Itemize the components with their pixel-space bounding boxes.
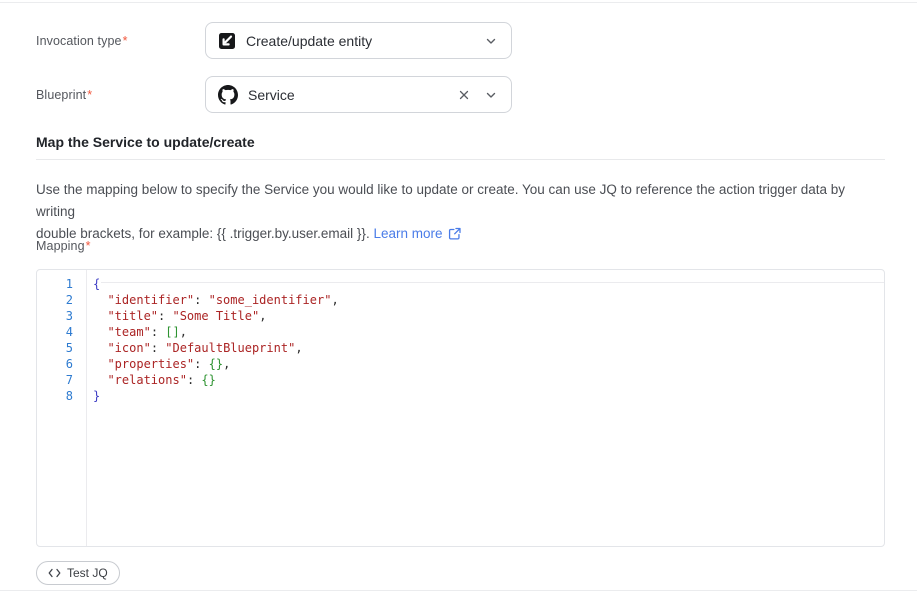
code-line-content: } <box>86 388 100 404</box>
line-number: 2 <box>37 292 86 308</box>
required-asterisk: * <box>86 239 91 253</box>
line-number: 6 <box>37 356 86 372</box>
code-line[interactable]: 8} <box>37 388 884 404</box>
blueprint-label-text: Blueprint <box>36 88 86 102</box>
mapping-code-editor[interactable]: 1{2 "identifier": "some_identifier",3 "t… <box>36 269 885 547</box>
test-jq-button-label: Test JQ <box>67 566 108 580</box>
line-number: 7 <box>37 372 86 388</box>
code-line[interactable]: 3 "title": "Some Title", <box>37 308 884 324</box>
code-line[interactable]: 6 "properties": {}, <box>37 356 884 372</box>
required-asterisk: * <box>87 88 92 102</box>
blueprint-value: Service <box>248 87 295 103</box>
code-line-content: "icon": "DefaultBlueprint", <box>86 340 303 356</box>
line-number: 8 <box>37 388 86 404</box>
chevron-down-icon[interactable] <box>485 35 497 47</box>
code-line[interactable]: 4 "team": [], <box>37 324 884 340</box>
blueprint-label: Blueprint* <box>36 88 92 102</box>
mapping-description: Use the mapping below to specify the Ser… <box>36 179 885 247</box>
invocation-type-label-text: Invocation type <box>36 34 122 48</box>
line-number: 1 <box>37 276 86 292</box>
invocation-type-value: Create/update entity <box>246 33 372 49</box>
description-line-1: Use the mapping below to specify the Ser… <box>36 179 885 223</box>
test-jq-button[interactable]: Test JQ <box>36 561 120 585</box>
blueprint-select[interactable]: Service <box>205 76 512 113</box>
code-editor-lines: 1{2 "identifier": "some_identifier",3 "t… <box>37 276 884 404</box>
top-divider <box>0 2 917 3</box>
bottom-divider <box>0 590 917 591</box>
code-line[interactable]: 7 "relations": {} <box>37 372 884 388</box>
create-update-entity-icon <box>218 32 236 50</box>
invocation-type-label: Invocation type* <box>36 34 128 48</box>
required-asterisk: * <box>123 34 128 48</box>
code-line[interactable]: 5 "icon": "DefaultBlueprint", <box>37 340 884 356</box>
line-number: 4 <box>37 324 86 340</box>
code-line[interactable]: 1{ <box>37 276 884 292</box>
chevron-down-icon[interactable] <box>485 89 497 101</box>
learn-more-link[interactable]: Learn more <box>373 226 442 241</box>
code-brackets-icon <box>48 568 61 578</box>
section-divider <box>36 159 885 160</box>
line-number: 5 <box>37 340 86 356</box>
section-heading: Map the Service to update/create <box>36 134 255 150</box>
external-link-icon[interactable] <box>448 225 461 247</box>
description-line-2: double brackets, for example: {{ .trigge… <box>36 223 885 247</box>
code-line-content: "identifier": "some_identifier", <box>86 292 339 308</box>
code-line[interactable]: 2 "identifier": "some_identifier", <box>37 292 884 308</box>
action-mapping-panel: Invocation type* Create/update entity Bl… <box>0 0 917 596</box>
line-number: 3 <box>37 308 86 324</box>
code-line-content: "relations": {} <box>86 372 216 388</box>
invocation-type-select[interactable]: Create/update entity <box>205 22 512 59</box>
mapping-label-text: Mapping <box>36 239 85 253</box>
code-line-content: { <box>86 276 100 292</box>
mapping-label: Mapping* <box>36 239 91 253</box>
code-line-content: "team": [], <box>86 324 187 340</box>
clear-icon[interactable] <box>458 89 470 101</box>
github-icon <box>218 85 238 105</box>
code-line-content: "title": "Some Title", <box>86 308 266 324</box>
code-line-content: "properties": {}, <box>86 356 230 372</box>
